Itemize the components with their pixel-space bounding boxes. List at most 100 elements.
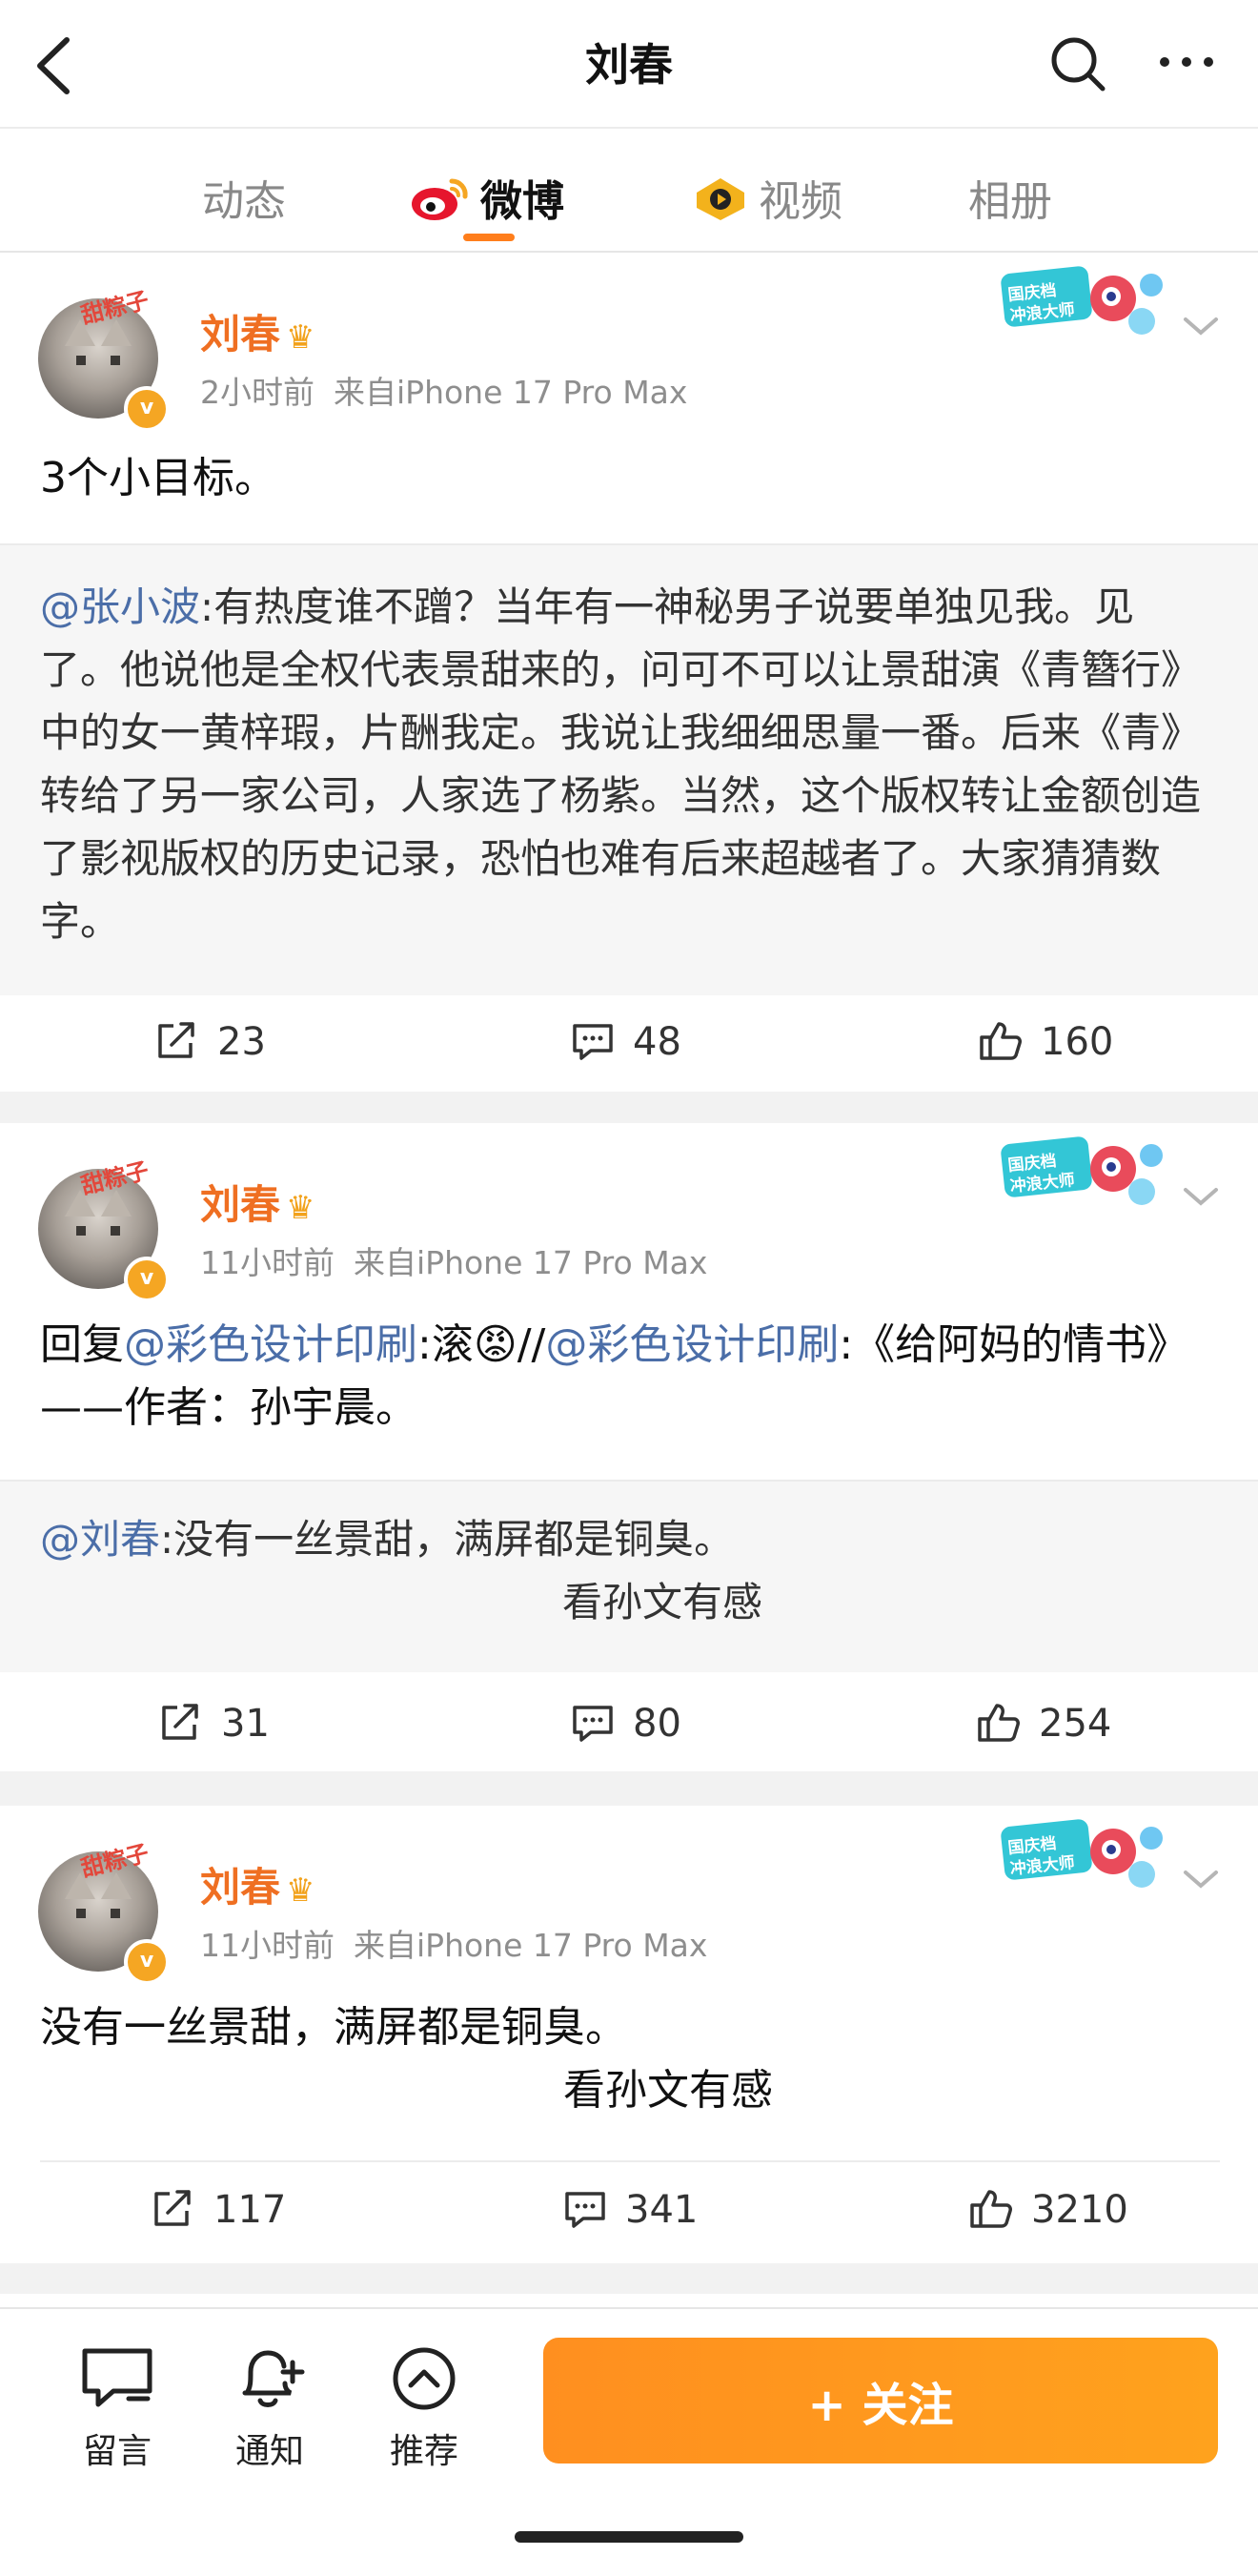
repost-separator: // (517, 1320, 546, 1369)
author-name[interactable]: 刘春 ♛ (200, 302, 315, 360)
author-name-text: 刘春 (200, 1864, 281, 1911)
repost-body-line2: 看孙文有感 (561, 1579, 762, 1625)
promo-badge-icon[interactable]: 国庆档 冲浪大师 (999, 1813, 1180, 1899)
like-count: 254 (1039, 1702, 1112, 1746)
mention-link[interactable]: @彩色设计印刷 (124, 1320, 417, 1369)
tab-weibo[interactable]: 微博 (410, 167, 564, 226)
mention-link[interactable]: @张小波 (40, 583, 200, 630)
post-actions: 117 341 3210 (0, 2162, 1258, 2258)
notify-button[interactable]: 通知 (217, 2345, 322, 2473)
post-time: 11小时前 (200, 1244, 335, 1281)
repost-count: 117 (213, 2188, 287, 2232)
like-button[interactable]: 160 (978, 1015, 1113, 1069)
repost-count: 31 (221, 1702, 270, 1746)
comment-icon (565, 2192, 605, 2228)
author-name[interactable]: 刘春 ♛ (200, 1173, 315, 1231)
thumbs-up-icon (978, 1704, 1020, 1742)
vip-crown-icon: ♛ (286, 318, 315, 357)
post-meta: 11小时前 来自iPhone 17 Pro Max (200, 1237, 707, 1283)
notify-label: 通知 (234, 2432, 304, 2471)
comment-count: 341 (625, 2188, 699, 2232)
more-options-icon[interactable] (1153, 38, 1220, 86)
like-button[interactable]: 254 (976, 1697, 1111, 1750)
like-button[interactable]: 3210 (968, 2183, 1128, 2237)
tab-dynamic[interactable]: 动态 (202, 167, 286, 226)
tab-video-label: 视频 (759, 177, 842, 226)
promo-badge-icon[interactable]: 国庆档 冲浪大师 (999, 260, 1180, 346)
post-source: 来自iPhone 17 Pro Max (354, 1244, 708, 1281)
comment-button[interactable]: 341 (562, 2183, 698, 2237)
post-time: 2小时前 (200, 374, 314, 411)
repost-block[interactable]: @张小波:有热度谁不蹭？当年有一神秘男子说要单独见我。见了。他说他是全权代表景甜… (0, 543, 1258, 995)
post-text: 3个小目标。 (40, 454, 276, 502)
recommend-label: 推荐 (389, 2432, 458, 2471)
chevron-down-icon[interactable] (1180, 312, 1222, 340)
avatar[interactable]: 甜粽子 v (38, 1157, 170, 1302)
search-icon[interactable] (1048, 34, 1107, 93)
home-indicator (515, 2531, 743, 2543)
post-actions: 31 80 254 (0, 1676, 1258, 1771)
comment-count: 48 (633, 1020, 681, 1064)
chevron-down-icon[interactable] (1180, 1865, 1222, 1893)
share-icon (158, 1022, 194, 1058)
post-source: 来自iPhone 17 Pro Max (334, 374, 688, 411)
video-channel-icon (694, 175, 747, 234)
vip-crown-icon: ♛ (286, 1189, 315, 1227)
author-name[interactable]: 刘春 ♛ (200, 1855, 315, 1913)
post-text: 没有一丝景甜，满屏都是铜臭。 看孙文有感 (40, 1996, 1220, 2122)
top-navigation-bar: 刘春 (0, 0, 1258, 129)
avatar[interactable]: 甜粽子 v (38, 1840, 170, 1985)
comment-count: 80 (633, 1702, 681, 1746)
post-time: 11小时前 (200, 1927, 335, 1964)
up-circle-icon (393, 2347, 456, 2410)
comment-icon (573, 1024, 613, 1060)
repost-button[interactable]: 117 (151, 2183, 286, 2237)
repost-count: 23 (217, 1020, 266, 1064)
message-icon (82, 2348, 152, 2407)
repost-text: @张小波:有热度谁不蹭？当年有一神秘男子说要单独见我。见了。他说他是全权代表景甜… (40, 576, 1208, 953)
post-actions: 23 48 160 (0, 994, 1258, 1090)
profile-tabs: 动态 微博 视频 相册 (0, 129, 1258, 253)
mention-link[interactable]: @刘春 (40, 1516, 160, 1563)
post-body: 没有一丝景甜，满屏都是铜臭。 (40, 2003, 627, 2052)
repost-body: :有热度谁不蹭？当年有一神秘男子说要单独见我。见了。他说他是全权代表景甜来的，问… (40, 583, 1202, 945)
post-card: 甜粽子 v 刘春 ♛ 11小时前 来自iPhone 17 Pro Max 国庆档 冲浪… (0, 1123, 1258, 1771)
repost-button[interactable]: 31 (158, 1697, 270, 1750)
chevron-down-icon[interactable] (1180, 1182, 1222, 1211)
like-count: 3210 (1031, 2188, 1128, 2232)
repost-block[interactable]: @刘春:没有一丝景甜，满屏都是铜臭。看孙文有感 (0, 1480, 1258, 1672)
repost-text: @刘春:没有一丝景甜，满屏都是铜臭。看孙文有感 (40, 1508, 1208, 1634)
reply-text: :滚 (417, 1320, 474, 1369)
author-name-text: 刘春 (200, 1181, 281, 1228)
repost-button[interactable]: 23 (154, 1015, 266, 1069)
post-meta: 11小时前 来自iPhone 17 Pro Max (200, 1920, 707, 1966)
thumbs-up-icon (970, 2190, 1012, 2228)
promo-badge-icon[interactable]: 国庆档 冲浪大师 (999, 1131, 1180, 1216)
weibo-logo-icon (410, 175, 469, 234)
follow-button[interactable]: + 关注 (543, 2338, 1218, 2464)
active-tab-indicator (463, 234, 515, 241)
share-icon (162, 1704, 198, 1740)
verified-badge-icon: v (124, 386, 170, 432)
post-source: 来自iPhone 17 Pro Max (354, 1927, 708, 1964)
message-label: 留言 (82, 2432, 152, 2471)
vip-crown-icon: ♛ (286, 1871, 315, 1910)
verified-badge-icon: v (124, 1939, 170, 1985)
message-button[interactable]: 留言 (65, 2345, 170, 2473)
post-meta: 2小时前 来自iPhone 17 Pro Max (200, 367, 687, 413)
verified-badge-icon: v (124, 1257, 170, 1302)
thumbs-up-icon (980, 1022, 1022, 1060)
like-count: 160 (1041, 1020, 1114, 1064)
bell-plus-icon (242, 2350, 305, 2407)
author-name-text: 刘春 (200, 311, 281, 358)
mention-link[interactable]: @彩色设计印刷 (545, 1320, 839, 1369)
comment-button[interactable]: 80 (570, 1697, 681, 1750)
avatar[interactable]: 甜粽子 v (38, 287, 170, 432)
comment-button[interactable]: 48 (570, 1015, 681, 1069)
tab-album[interactable]: 相册 (968, 167, 1052, 226)
recommend-button[interactable]: 推荐 (372, 2345, 477, 2473)
post-card: 甜粽子 v 刘春 ♛ 2小时前 来自iPhone 17 Pro Max 国庆档 冲浪大… (0, 253, 1258, 1092)
repost-body: :没有一丝景甜，满屏都是铜臭。 (160, 1516, 735, 1563)
post-card: 甜粽子 v 刘春 ♛ 11小时前 来自iPhone 17 Pro Max 国庆档 冲浪… (0, 1806, 1258, 2263)
tab-video[interactable]: 视频 (694, 167, 842, 226)
